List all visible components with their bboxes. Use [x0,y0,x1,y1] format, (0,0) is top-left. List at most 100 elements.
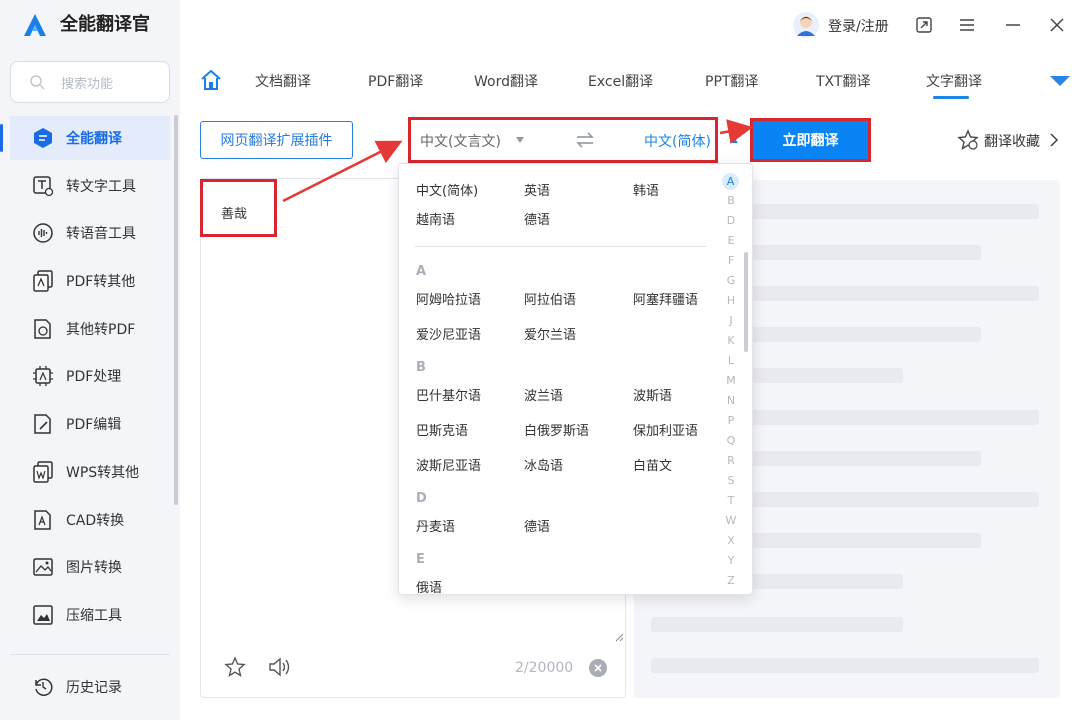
index-letter[interactable]: E [719,234,743,247]
index-letter[interactable]: G [719,274,743,287]
index-letter[interactable]: D [719,214,743,227]
target-language-select[interactable]: 中文(简体) [644,131,711,151]
index-letter[interactable]: Q [719,434,743,447]
tab-excel[interactable]: Excel翻译 [588,71,653,91]
caret-down-icon[interactable] [515,136,525,144]
sidebar-item-wps-to-other[interactable]: WPS转其他 [10,450,170,494]
favorites-link[interactable]: 翻译收藏 [984,131,1040,151]
tab-ppt[interactable]: PPT翻译 [705,71,758,91]
sidebar-item-label: CAD转换 [66,513,125,529]
character-count: 2/20000 [515,660,574,676]
sidebar-item-pdf-process[interactable]: PDF处理 [10,354,170,398]
clear-icon[interactable] [589,659,607,677]
home-icon[interactable] [200,69,222,91]
lang-option[interactable]: 波兰语 [524,385,563,404]
group-letter: E [416,552,425,567]
index-letter[interactable]: W [719,514,743,527]
tab-word[interactable]: Word翻译 [474,71,538,91]
sidebar-item-pdf-edit[interactable]: PDF编辑 [10,402,170,446]
sidebar-scrollbar[interactable] [174,115,178,505]
lang-option[interactable]: 中文(简体) [416,180,478,199]
image-icon [33,558,53,576]
index-letter[interactable]: T [719,494,743,507]
app-logo-icon [24,14,46,36]
index-letter[interactable]: N [719,394,743,407]
sidebar-item-pdf-to-other[interactable]: PDF转其他 [10,259,170,303]
dropdown-scrollbar[interactable] [744,252,748,352]
login-link[interactable]: 登录/注册 [828,16,889,36]
index-letter[interactable]: P [719,414,743,427]
source-language-select[interactable]: 中文(文言文) [420,131,501,151]
lang-option[interactable]: 波斯尼亚语 [416,455,481,474]
tab-more-icon[interactable] [1048,74,1072,88]
index-letter[interactable]: F [719,254,743,267]
speaker-icon[interactable] [268,656,292,678]
source-text[interactable]: 善哉 [221,203,247,222]
resize-grip-icon[interactable] [614,632,624,642]
search-input[interactable]: 搜索功能 [10,61,170,103]
swap-icon[interactable] [575,131,595,149]
tab-pdf[interactable]: PDF翻译 [368,71,423,91]
lang-option[interactable]: 俄语 [416,577,442,594]
lang-option[interactable]: 巴什基尔语 [416,385,481,404]
lang-option[interactable]: 冰岛语 [524,455,563,474]
history-icon [35,678,53,696]
index-letter[interactable]: Z [719,574,743,587]
sidebar-item-other-to-pdf[interactable]: 其他转PDF [10,307,170,351]
sidebar-item-compress[interactable]: 压缩工具 [10,593,170,637]
mini-mode-icon[interactable] [913,14,935,36]
favorites-star-icon[interactable] [957,129,979,151]
index-letter[interactable]: J [719,314,743,327]
lang-option[interactable]: 白苗文 [633,455,672,474]
index-letter[interactable]: B [719,194,743,207]
lang-option[interactable]: 德语 [524,209,550,228]
sidebar-item-label: 其他转PDF [66,322,136,338]
index-letter[interactable]: M [719,374,743,387]
lang-option[interactable]: 阿塞拜疆语 [633,289,698,308]
index-letter[interactable]: R [719,454,743,467]
search-placeholder: 搜索功能 [61,77,114,92]
star-icon[interactable] [224,656,246,678]
lang-option[interactable]: 阿拉伯语 [524,289,576,308]
lang-option[interactable]: 英语 [524,180,550,199]
avatar[interactable] [792,11,820,39]
menu-icon[interactable] [956,14,978,36]
lang-option[interactable]: 爱沙尼亚语 [416,324,481,343]
tab-text[interactable]: 文字翻译 [926,71,982,91]
sidebar-item-history[interactable]: 历史记录 [10,665,170,709]
lang-option[interactable]: 德语 [524,516,550,535]
lang-option[interactable]: 白俄罗斯语 [524,420,589,439]
lang-option[interactable]: 波斯语 [633,385,672,404]
lang-option[interactable]: 韩语 [633,180,659,199]
index-letter[interactable]: A [722,173,739,190]
tab-txt[interactable]: TXT翻译 [816,71,870,91]
close-icon[interactable] [1046,14,1068,36]
minimize-icon[interactable] [1002,14,1024,36]
sidebar-item-voice-tool[interactable]: 转语音工具 [10,211,170,255]
lang-option[interactable]: 巴斯克语 [416,420,468,439]
index-letter[interactable]: K [719,334,743,347]
sidebar-item-cad[interactable]: CAD转换 [10,498,170,542]
tab-document[interactable]: 文档翻译 [255,71,311,91]
index-letter[interactable]: L [719,354,743,367]
lang-option[interactable]: 越南语 [416,209,455,228]
lang-option[interactable]: 丹麦语 [416,516,455,535]
sidebar-item-image[interactable]: 图片转换 [10,545,170,589]
index-letter[interactable]: H [719,294,743,307]
index-letter[interactable]: S [719,474,743,487]
index-letter[interactable]: Y [719,554,743,567]
dropdown-divider [415,246,707,247]
sidebar-item-label: PDF处理 [66,369,122,385]
web-extension-button[interactable]: 网页翻译扩展插件 [200,121,353,159]
lang-option[interactable]: 爱尔兰语 [524,324,576,343]
index-letter[interactable]: X [719,534,743,547]
caret-up-icon[interactable] [729,136,739,144]
group-letter: A [416,264,427,279]
sidebar-item-all-translate[interactable]: 全能翻译 [0,116,170,160]
sidebar-item-text-tool[interactable]: 转文字工具 [10,164,170,208]
lang-option[interactable]: 保加利亚语 [633,420,698,439]
lang-option[interactable]: 阿姆哈拉语 [416,289,481,308]
chevron-right-icon[interactable] [1049,133,1059,147]
language-dropdown: 中文(简体) 英语 韩语 越南语 德语 A 阿姆哈拉语 阿拉伯语 阿塞拜疆语 爱… [398,163,753,595]
translate-now-button[interactable]: 立即翻译 [753,121,868,159]
